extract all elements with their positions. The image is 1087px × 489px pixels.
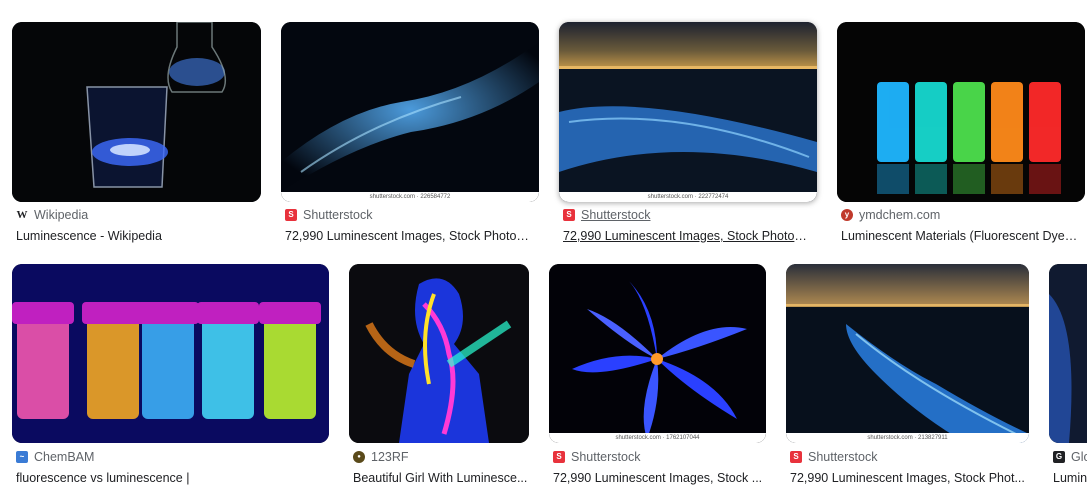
night-beach-glow-image — [559, 22, 817, 202]
result-source[interactable]: W Wikipedia — [16, 208, 89, 222]
result-source[interactable]: S Shutterstock — [553, 450, 640, 464]
result-thumbnail[interactable] — [12, 264, 329, 443]
watermark-text: shutterstock.com · 222772474 — [559, 192, 817, 202]
result-thumbnail[interactable]: shutterstock.com · 222772474 — [559, 22, 817, 202]
uv-tubes-image — [12, 264, 329, 443]
watermark-text: shutterstock.com · 1762107044 — [549, 433, 766, 443]
result-title[interactable]: 72,990 Luminescent Images, Stock Photos … — [563, 229, 813, 243]
result-thumbnail[interactable] — [1049, 264, 1087, 443]
123rf-icon: ● — [353, 451, 365, 463]
glo-icon: G — [1053, 451, 1065, 463]
result-title[interactable]: 72,990 Luminescent Images, Stock Phot... — [790, 471, 1029, 485]
partial-night-image — [1049, 264, 1087, 443]
result-thumbnail[interactable]: shutterstock.com · 1762107044 — [549, 264, 766, 443]
result-card[interactable]: G Glo Lumin — [1049, 264, 1087, 489]
result-source[interactable]: G Glo — [1053, 450, 1087, 464]
result-source[interactable]: ● 123RF — [353, 450, 409, 464]
result-thumbnail[interactable]: shutterstock.com · 213827911 — [786, 264, 1029, 443]
result-source[interactable]: y ymdchem.com — [841, 208, 940, 222]
result-title[interactable]: Beautiful Girl With Luminesce... — [353, 471, 529, 485]
result-title[interactable]: 72,990 Luminescent Images, Stock Photos … — [285, 229, 535, 243]
result-title[interactable]: Luminescence - Wikipedia — [16, 229, 261, 243]
result-title[interactable]: fluorescence vs luminescence | — [16, 471, 329, 485]
ymdchem-icon: y — [841, 209, 853, 221]
glowing-lily-image — [549, 264, 766, 443]
shutterstock-icon: S — [790, 451, 802, 463]
result-thumbnail[interactable] — [349, 264, 529, 443]
bioluminescent-shore-image — [281, 22, 539, 202]
chembam-icon: ~ — [16, 451, 28, 463]
shutterstock-icon: S — [285, 209, 297, 221]
watermark-text: shutterstock.com · 213827911 — [786, 433, 1029, 443]
shutterstock-icon: S — [563, 209, 575, 221]
beaker-luminescence-image — [12, 22, 261, 202]
result-source[interactable]: S Shutterstock — [790, 450, 877, 464]
result-source[interactable]: S Shutterstock — [563, 208, 650, 222]
result-thumbnail[interactable] — [12, 22, 261, 202]
fluorescent-vials-image — [837, 22, 1085, 202]
glowing-shoreline-image — [786, 264, 1029, 443]
result-title[interactable]: 72,990 Luminescent Images, Stock ... — [553, 471, 766, 485]
result-title[interactable]: Lumin — [1053, 471, 1087, 485]
result-source[interactable]: ~ ChemBAM — [16, 450, 94, 464]
watermark-text: shutterstock.com · 226584772 — [281, 192, 539, 202]
result-title[interactable]: Luminescent Materials (Fluorescent Dyes)… — [841, 229, 1083, 243]
result-thumbnail[interactable]: shutterstock.com · 226584772 — [281, 22, 539, 202]
result-source[interactable]: S Shutterstock — [285, 208, 372, 222]
shutterstock-icon: S — [553, 451, 565, 463]
result-thumbnail[interactable] — [837, 22, 1085, 202]
neon-bodypaint-image — [349, 264, 529, 443]
wikipedia-icon: W — [16, 208, 28, 221]
